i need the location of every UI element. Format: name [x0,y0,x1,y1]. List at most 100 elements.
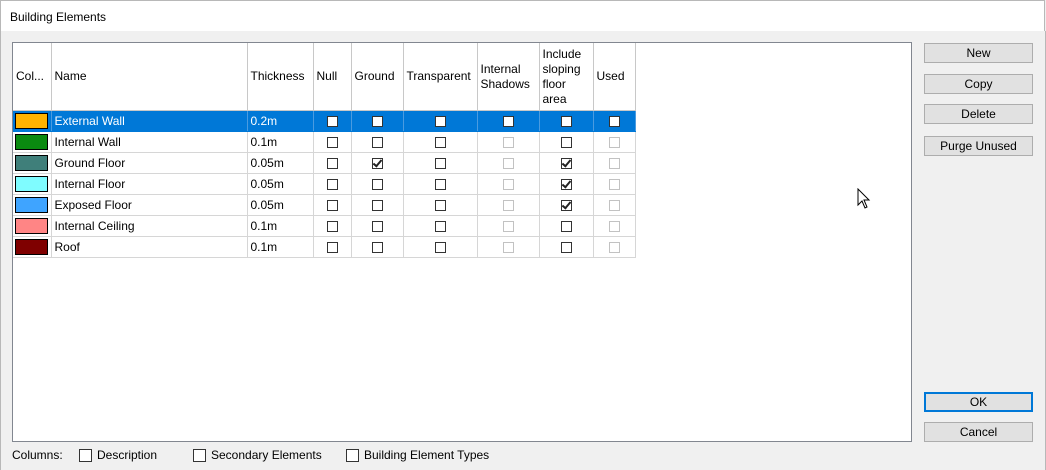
table-row[interactable]: Internal Floor 0.05m [13,173,636,195]
used-checkbox[interactable] [608,137,620,149]
name-cell[interactable]: Roof [51,236,248,258]
color-cell[interactable] [13,194,52,216]
include-sloping-checkbox[interactable] [560,179,572,191]
building-elements-grid[interactable]: Col... Name Thickness Null Ground Transp… [12,42,912,442]
color-swatch[interactable] [15,197,48,213]
table-row[interactable]: Roof 0.1m [13,236,636,258]
ground-checkbox[interactable] [371,137,383,149]
thickness-cell[interactable]: 0.05m [247,173,314,195]
used-checkbox[interactable] [608,116,620,128]
thickness-cell[interactable]: 0.1m [247,215,314,237]
used-checkbox[interactable] [608,179,620,191]
new-button[interactable]: New [924,43,1033,63]
internal-shadows-checkbox[interactable] [502,221,514,233]
color-swatch[interactable] [15,176,48,192]
include-sloping-checkbox[interactable] [560,158,572,170]
ok-button[interactable]: OK [924,392,1033,412]
internal-shadows-checkbox[interactable] [502,200,514,212]
building-element-types-checkbox-box[interactable] [346,448,359,462]
include-sloping-checkbox[interactable] [560,200,572,212]
color-cell[interactable] [13,131,52,153]
used-checkbox[interactable] [608,200,620,212]
color-cell[interactable] [13,110,52,132]
cancel-button[interactable]: Cancel [924,422,1033,442]
ground-checkbox[interactable] [371,221,383,233]
used-cell [593,152,636,174]
ground-checkbox[interactable] [371,179,383,191]
transparent-checkbox[interactable] [434,179,446,191]
ground-checkbox[interactable] [371,242,383,254]
col-header-include-sloping[interactable]: Include sloping floor area [539,43,594,111]
color-swatch[interactable] [15,239,48,255]
name-cell[interactable]: Internal Wall [51,131,248,153]
table-row[interactable]: Internal Wall 0.1m [13,131,636,153]
used-checkbox[interactable] [608,242,620,254]
used-checkbox[interactable] [608,158,620,170]
copy-button[interactable]: Copy [924,74,1033,94]
thickness-cell[interactable]: 0.2m [247,110,314,132]
color-cell[interactable] [13,236,52,258]
transparent-checkbox[interactable] [434,200,446,212]
col-header-used[interactable]: Used [593,43,636,111]
table-row[interactable]: Exposed Floor 0.05m [13,194,636,216]
ground-checkbox[interactable] [371,158,383,170]
color-cell[interactable] [13,215,52,237]
col-header-ground[interactable]: Ground [351,43,404,111]
color-swatch[interactable] [15,113,48,129]
col-header-color[interactable]: Col... [13,43,52,111]
name-cell[interactable]: Internal Ceiling [51,215,248,237]
col-header-thickness[interactable]: Thickness [247,43,314,111]
null-checkbox[interactable] [326,179,338,191]
purge-unused-button[interactable]: Purge Unused [924,136,1033,156]
internal-shadows-checkbox[interactable] [502,158,514,170]
color-swatch[interactable] [15,218,48,234]
include-sloping-checkbox[interactable] [560,137,572,149]
null-checkbox[interactable] [326,221,338,233]
thickness-cell[interactable]: 0.05m [247,194,314,216]
include-sloping-checkbox[interactable] [560,242,572,254]
null-checkbox[interactable] [326,158,338,170]
ground-checkbox[interactable] [371,200,383,212]
secondary-elements-checkbox-box[interactable] [193,448,206,462]
name-cell[interactable]: Ground Floor [51,152,248,174]
table-row[interactable]: Internal Ceiling 0.1m [13,215,636,237]
null-checkbox[interactable] [326,116,338,128]
transparent-checkbox[interactable] [434,137,446,149]
description-checkbox-box[interactable] [79,448,92,462]
table-row[interactable]: External Wall 0.2m [13,110,636,132]
color-swatch[interactable] [15,155,48,171]
col-header-name[interactable]: Name [51,43,248,111]
include-sloping-checkbox[interactable] [560,116,572,128]
name-cell[interactable]: Internal Floor [51,173,248,195]
internal-shadows-checkbox[interactable] [502,116,514,128]
transparent-checkbox[interactable] [434,158,446,170]
transparent-checkbox[interactable] [434,221,446,233]
color-swatch[interactable] [15,134,48,150]
color-cell[interactable] [13,152,52,174]
description-checkbox[interactable]: Description [79,448,157,462]
internal-shadows-checkbox[interactable] [502,179,514,191]
thickness-cell[interactable]: 0.05m [247,152,314,174]
internal-shadows-checkbox[interactable] [502,242,514,254]
null-checkbox[interactable] [326,200,338,212]
delete-button[interactable]: Delete [924,104,1033,124]
ground-checkbox[interactable] [371,116,383,128]
null-checkbox[interactable] [326,137,338,149]
internal-shadows-checkbox[interactable] [502,137,514,149]
thickness-cell[interactable]: 0.1m [247,236,314,258]
col-header-null[interactable]: Null [313,43,352,111]
transparent-checkbox[interactable] [434,242,446,254]
include-sloping-checkbox[interactable] [560,221,572,233]
thickness-cell[interactable]: 0.1m [247,131,314,153]
used-checkbox[interactable] [608,221,620,233]
color-cell[interactable] [13,173,52,195]
name-cell[interactable]: Exposed Floor [51,194,248,216]
col-header-internal-shadows[interactable]: Internal Shadows [477,43,540,111]
col-header-transparent[interactable]: Transparent [403,43,478,111]
building-element-types-checkbox[interactable]: Building Element Types [346,448,489,462]
table-row[interactable]: Ground Floor 0.05m [13,152,636,174]
secondary-elements-checkbox[interactable]: Secondary Elements [193,448,322,462]
name-cell[interactable]: External Wall [51,110,248,132]
null-checkbox[interactable] [326,242,338,254]
transparent-checkbox[interactable] [434,116,446,128]
